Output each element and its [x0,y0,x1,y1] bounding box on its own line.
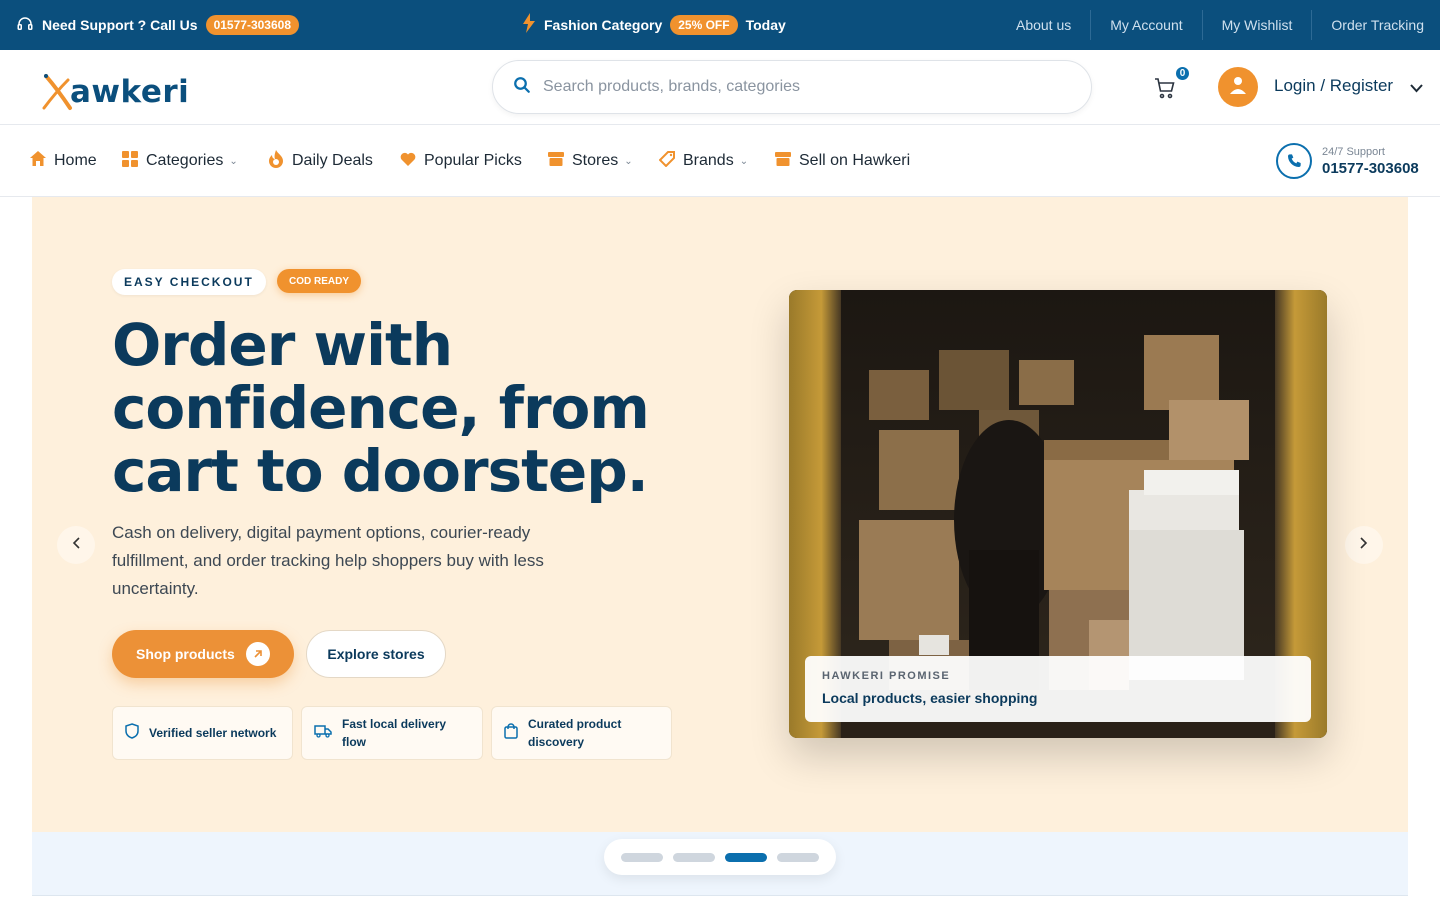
carousel-dot[interactable] [621,852,663,862]
grid-icon [122,150,138,172]
truck-icon [314,724,332,743]
nav-item-popular-picks[interactable]: Popular Picks [400,125,522,197]
feature-label: Verified seller network [149,726,277,740]
shop-products-button[interactable]: Shop products [112,630,294,678]
support-label: 24/7 Support [1322,145,1385,158]
nav-item-label: Daily Deals [292,152,373,169]
user-icon [1230,76,1246,99]
logo[interactable]: awkeri [40,72,189,112]
explore-stores-label: Explore stores [327,646,425,662]
carousel-dot[interactable] [777,852,819,862]
chevron-down-icon: ⌄ [624,155,633,167]
nav-item-label: Stores [572,152,619,169]
my-wishlist-link[interactable]: My Wishlist [1201,10,1312,40]
nav-item-label: Sell on Hawkeri [799,152,911,169]
feature-curated-discovery: Curated product discovery [491,706,672,760]
promo-banner[interactable]: Fashion Category 25% OFF Today [522,0,786,50]
bolt-icon [522,12,536,38]
hero-headline: Order with confidence, from cart to door… [112,311,650,505]
search-bar[interactable] [492,60,1092,114]
chevron-left-icon [72,536,80,554]
about-us-link[interactable]: About us [997,10,1090,40]
logo-mark-icon [40,72,74,112]
heart-icon [400,152,416,171]
chevron-down-icon[interactable] [1410,80,1423,98]
nav-item-label: Popular Picks [424,152,522,169]
nav-item-stores[interactable]: Stores ⌄ [548,125,633,197]
carousel-next-button[interactable] [1345,526,1383,564]
chevron-down-icon: ⌄ [739,155,749,167]
hero-tag-easy-checkout: EASY CHECKOUT [112,269,266,295]
feature-verified-sellers: Verified seller network [112,706,293,760]
search-input[interactable] [543,78,1063,96]
cart-icon [1153,78,1177,104]
search-icon [513,76,531,99]
feature-label: Curated product discovery [528,717,622,749]
promo-suffix: Today [745,17,786,33]
store-icon [775,151,791,171]
nav-item-brands[interactable]: Brands ⌄ [658,125,749,197]
main-nav: Home Categories ⌄ Daily Deals Popular Pi… [0,125,1440,197]
carousel-dot[interactable] [673,852,715,862]
explore-stores-button[interactable]: Explore stores [306,630,446,678]
hero-image-caption: HAWKERI PROMISE Local products, easier s… [805,656,1311,722]
nav-item-home[interactable]: Home [30,125,97,197]
order-tracking-link[interactable]: Order Tracking [1311,10,1424,40]
hero-subtext: Cash on delivery, digital payment option… [112,523,544,598]
chevron-right-icon [1360,536,1368,554]
nav-item-categories[interactable]: Categories ⌄ [122,125,238,197]
home-icon [30,151,46,171]
logo-text: awkeri [70,74,190,110]
headset-icon [16,15,34,36]
shield-icon [125,722,139,744]
nav-item-label: Brands [683,152,734,169]
promo-category: Fashion Category [544,17,663,33]
shopping-bag-icon [504,722,518,744]
flame-icon [268,149,284,173]
support-contact[interactable]: 24/7 Support 01577-303608 [1276,143,1419,179]
carousel-prev-button[interactable] [57,526,95,564]
support-phone: 01577-303608 [1322,159,1419,177]
shop-products-label: Shop products [136,646,235,662]
support-phone-badge[interactable]: 01577-303608 [205,15,299,35]
avatar[interactable] [1218,67,1258,107]
main-header: awkeri 0 Login / Register [0,50,1440,125]
caption-title: Local products, easier shopping [822,690,1038,706]
carousel-dot-active[interactable] [725,852,767,862]
arrow-up-right-icon [246,642,270,666]
nav-item-daily-deals[interactable]: Daily Deals [268,125,373,197]
cart-count-badge: 0 [1174,65,1191,82]
caption-kicker: HAWKERI PROMISE [822,670,951,682]
promo-badge: 25% OFF [670,15,738,35]
login-register-link[interactable]: Login / Register [1274,76,1393,96]
nav-item-sell-on-hawkeri[interactable]: Sell on Hawkeri [775,125,910,197]
store-icon [548,151,564,171]
phone-icon [1276,143,1312,179]
carousel-indicators [604,839,836,875]
feature-fast-delivery: Fast local delivery flow [301,706,483,760]
my-account-link[interactable]: My Account [1090,10,1201,40]
nav-item-label: Home [54,152,97,169]
support-label: Need Support ? Call Us [42,17,198,33]
cart-button[interactable]: 0 [1153,65,1191,104]
feature-label: Fast local delivery flow [342,717,447,749]
nav-item-label: Categories [146,152,224,169]
support-info: Need Support ? Call Us 01577-303608 [16,15,299,36]
hero-tag-cod-ready: COD READY [277,269,362,293]
top-bar: Need Support ? Call Us 01577-303608 Fash… [0,0,1440,50]
chevron-down-icon: ⌄ [229,155,238,167]
top-links: About us My Account My Wishlist Order Tr… [997,0,1424,50]
tag-icon [658,150,675,172]
